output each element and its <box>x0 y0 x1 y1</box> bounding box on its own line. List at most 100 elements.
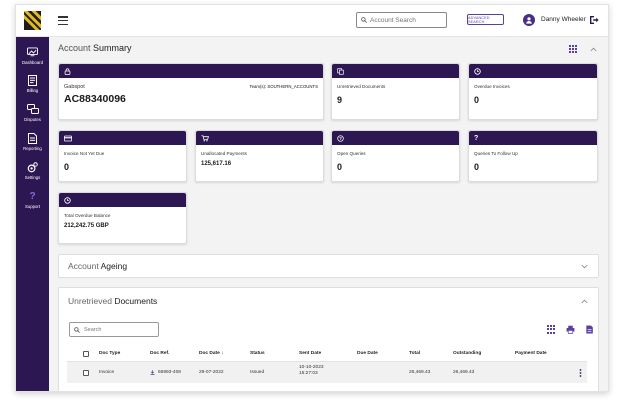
row-actions-kebab-icon[interactable] <box>579 369 582 377</box>
column-header[interactable]: Payment Date <box>515 351 547 356</box>
account-card: Gabspot Team(s): SOUTHERN_ACCOUNTS AC883… <box>58 63 324 120</box>
search-icon <box>361 17 367 23</box>
document-search-field[interactable] <box>69 322 159 337</box>
documents-table-header: Doc Type Doc Ref. Doc Date ↓ Status Sent… <box>67 348 587 361</box>
card-value: 0 <box>474 95 480 105</box>
card-icon <box>64 135 72 141</box>
doc-ref-link[interactable]: 66993-408 <box>158 370 181 375</box>
sidebar-item-label: Support <box>24 204 41 209</box>
sent-date-cell: 10-10-2023 15:27:03 <box>299 365 324 376</box>
card-label: Invoice Not Yet Due <box>64 151 105 156</box>
sidebar-item-label: Settings <box>24 175 41 180</box>
avatar[interactable] <box>523 14 535 26</box>
clock-icon <box>474 67 481 75</box>
status-cell: Issued <box>250 370 265 375</box>
overdue-invoices-card[interactable]: Overdue Invoices 0 <box>468 63 598 120</box>
user-name: Danny Wheeler <box>541 16 586 23</box>
card-value: 125,617.16 <box>201 161 232 167</box>
unallocated-payments-card[interactable]: Unallocated Payments 125,617.16 <box>195 130 324 182</box>
sidebar-item-dashboard[interactable]: Dashboard <box>16 46 49 65</box>
print-icon[interactable] <box>566 325 575 334</box>
unretrieved-documents-title: Unretrieved Documents <box>68 296 158 306</box>
disputes-icon <box>26 103 39 115</box>
invoice-not-yet-due-card[interactable]: Invoice Not Yet Due 0 <box>58 130 187 182</box>
table-row[interactable]: Invoice 66993-408 29-07-2022 Issued 10-1… <box>67 361 587 383</box>
brand-logo[interactable] <box>24 11 41 30</box>
chevron-down-icon[interactable] <box>581 263 588 270</box>
download-icon <box>150 370 155 375</box>
sidebar-item-disputes[interactable]: Disputes <box>16 103 49 122</box>
unretrieved-documents-card[interactable]: Unretrieved Documents 9 <box>331 63 460 120</box>
account-ageing-title: Account Ageing <box>68 261 128 271</box>
chevron-up-icon[interactable] <box>590 46 597 53</box>
lock-icon <box>64 67 71 75</box>
column-header[interactable]: Due Date <box>357 351 378 356</box>
sidebar-item-support[interactable]: ? Support <box>16 190 49 210</box>
chevron-up-icon[interactable] <box>581 298 588 305</box>
dashboard-icon <box>27 46 39 58</box>
advanced-search-button[interactable]: ADVANCED SEARCH <box>467 14 504 25</box>
card-value: 0 <box>474 162 480 172</box>
sidebar-item-settings[interactable]: Settings <box>16 161 49 180</box>
user-icon <box>526 17 532 24</box>
settings-icon <box>27 161 39 173</box>
document-search-input[interactable] <box>84 326 154 333</box>
card-label: Total Overdue Balance <box>64 213 111 218</box>
doc-ref-cell[interactable]: 66993-408 <box>150 370 181 375</box>
column-header[interactable]: Doc Date ↓ <box>199 351 224 356</box>
search-icon <box>74 326 80 333</box>
total-overdue-balance-card[interactable]: Total Overdue Balance 212,242.75 GBP <box>58 192 187 244</box>
billing-icon <box>27 74 39 86</box>
column-header[interactable]: Status <box>250 351 265 356</box>
outstanding-cell: 26,469.43 <box>453 370 475 375</box>
sidebar-item-billing[interactable]: Billing <box>16 74 49 93</box>
logout-icon[interactable] <box>589 15 599 25</box>
sidebar-item-reporting[interactable]: Reporting <box>16 132 49 151</box>
main-content: Account Summary Gabspot Team(s): SOUTHER… <box>49 37 608 391</box>
card-label: Unallocated Payments <box>201 151 247 156</box>
card-value: 9 <box>337 95 343 105</box>
total-cell: 26,469.43 <box>409 370 431 375</box>
queries-follow-up-card[interactable]: ? Queries To Follow Up 0 <box>468 130 598 182</box>
card-label: Overdue Invoices <box>474 84 510 89</box>
sidebar-item-label: Disputes <box>24 117 41 122</box>
sidebar-item-label: Reporting <box>23 146 42 151</box>
clock-icon <box>64 196 71 204</box>
unretrieved-documents-panel: Unretrieved Documents Doc Type Doc Ref. … <box>58 287 599 391</box>
top-bar: ADVANCED SEARCH Danny Wheeler <box>16 5 608 37</box>
column-header[interactable]: Doc Ref. <box>150 351 169 356</box>
team-label: Team(s): SOUTHERN_ACCOUNTS <box>249 84 318 89</box>
grid-view-icon[interactable] <box>569 45 577 53</box>
support-icon: ? <box>29 190 36 202</box>
question-icon: ? <box>474 134 479 142</box>
account-number: AC88340096 <box>64 93 126 105</box>
account-search-input[interactable] <box>370 16 440 24</box>
question-circle-icon: ? <box>337 134 344 142</box>
account-summary-title: Account Summary <box>58 43 132 53</box>
copy-icon <box>337 67 344 75</box>
export-document-icon[interactable] <box>585 325 594 334</box>
column-header[interactable]: Doc Type <box>99 351 120 356</box>
open-queries-card[interactable]: ? Open Queries 0 <box>331 130 460 182</box>
account-ageing-panel[interactable]: Account Ageing <box>58 254 599 278</box>
sidebar-item-label: Dashboard <box>21 60 44 65</box>
account-name: Gabspot <box>64 84 85 90</box>
select-all-checkbox[interactable] <box>83 351 89 357</box>
account-search-field[interactable] <box>356 12 447 28</box>
cart-icon <box>201 134 209 142</box>
sort-arrow-icon: ↓ <box>221 351 224 356</box>
card-value: 0 <box>64 162 70 172</box>
card-label: Queries To Follow Up <box>474 151 518 156</box>
doc-date-cell: 29-07-2022 <box>199 370 224 375</box>
row-checkbox[interactable] <box>83 370 89 376</box>
svg-text:?: ? <box>339 136 342 141</box>
card-value: 212,242.75 GBP <box>64 223 109 229</box>
column-header[interactable]: Total <box>409 351 420 356</box>
column-header[interactable]: Sent Date <box>299 351 321 356</box>
column-header[interactable]: Outstanding <box>453 351 481 356</box>
menu-toggle-button[interactable] <box>58 16 68 25</box>
reporting-icon <box>27 132 39 144</box>
card-value: 0 <box>337 162 343 172</box>
app-window: ADVANCED SEARCH Danny Wheeler Dashboard … <box>15 4 609 392</box>
column-grid-icon[interactable] <box>547 325 556 334</box>
